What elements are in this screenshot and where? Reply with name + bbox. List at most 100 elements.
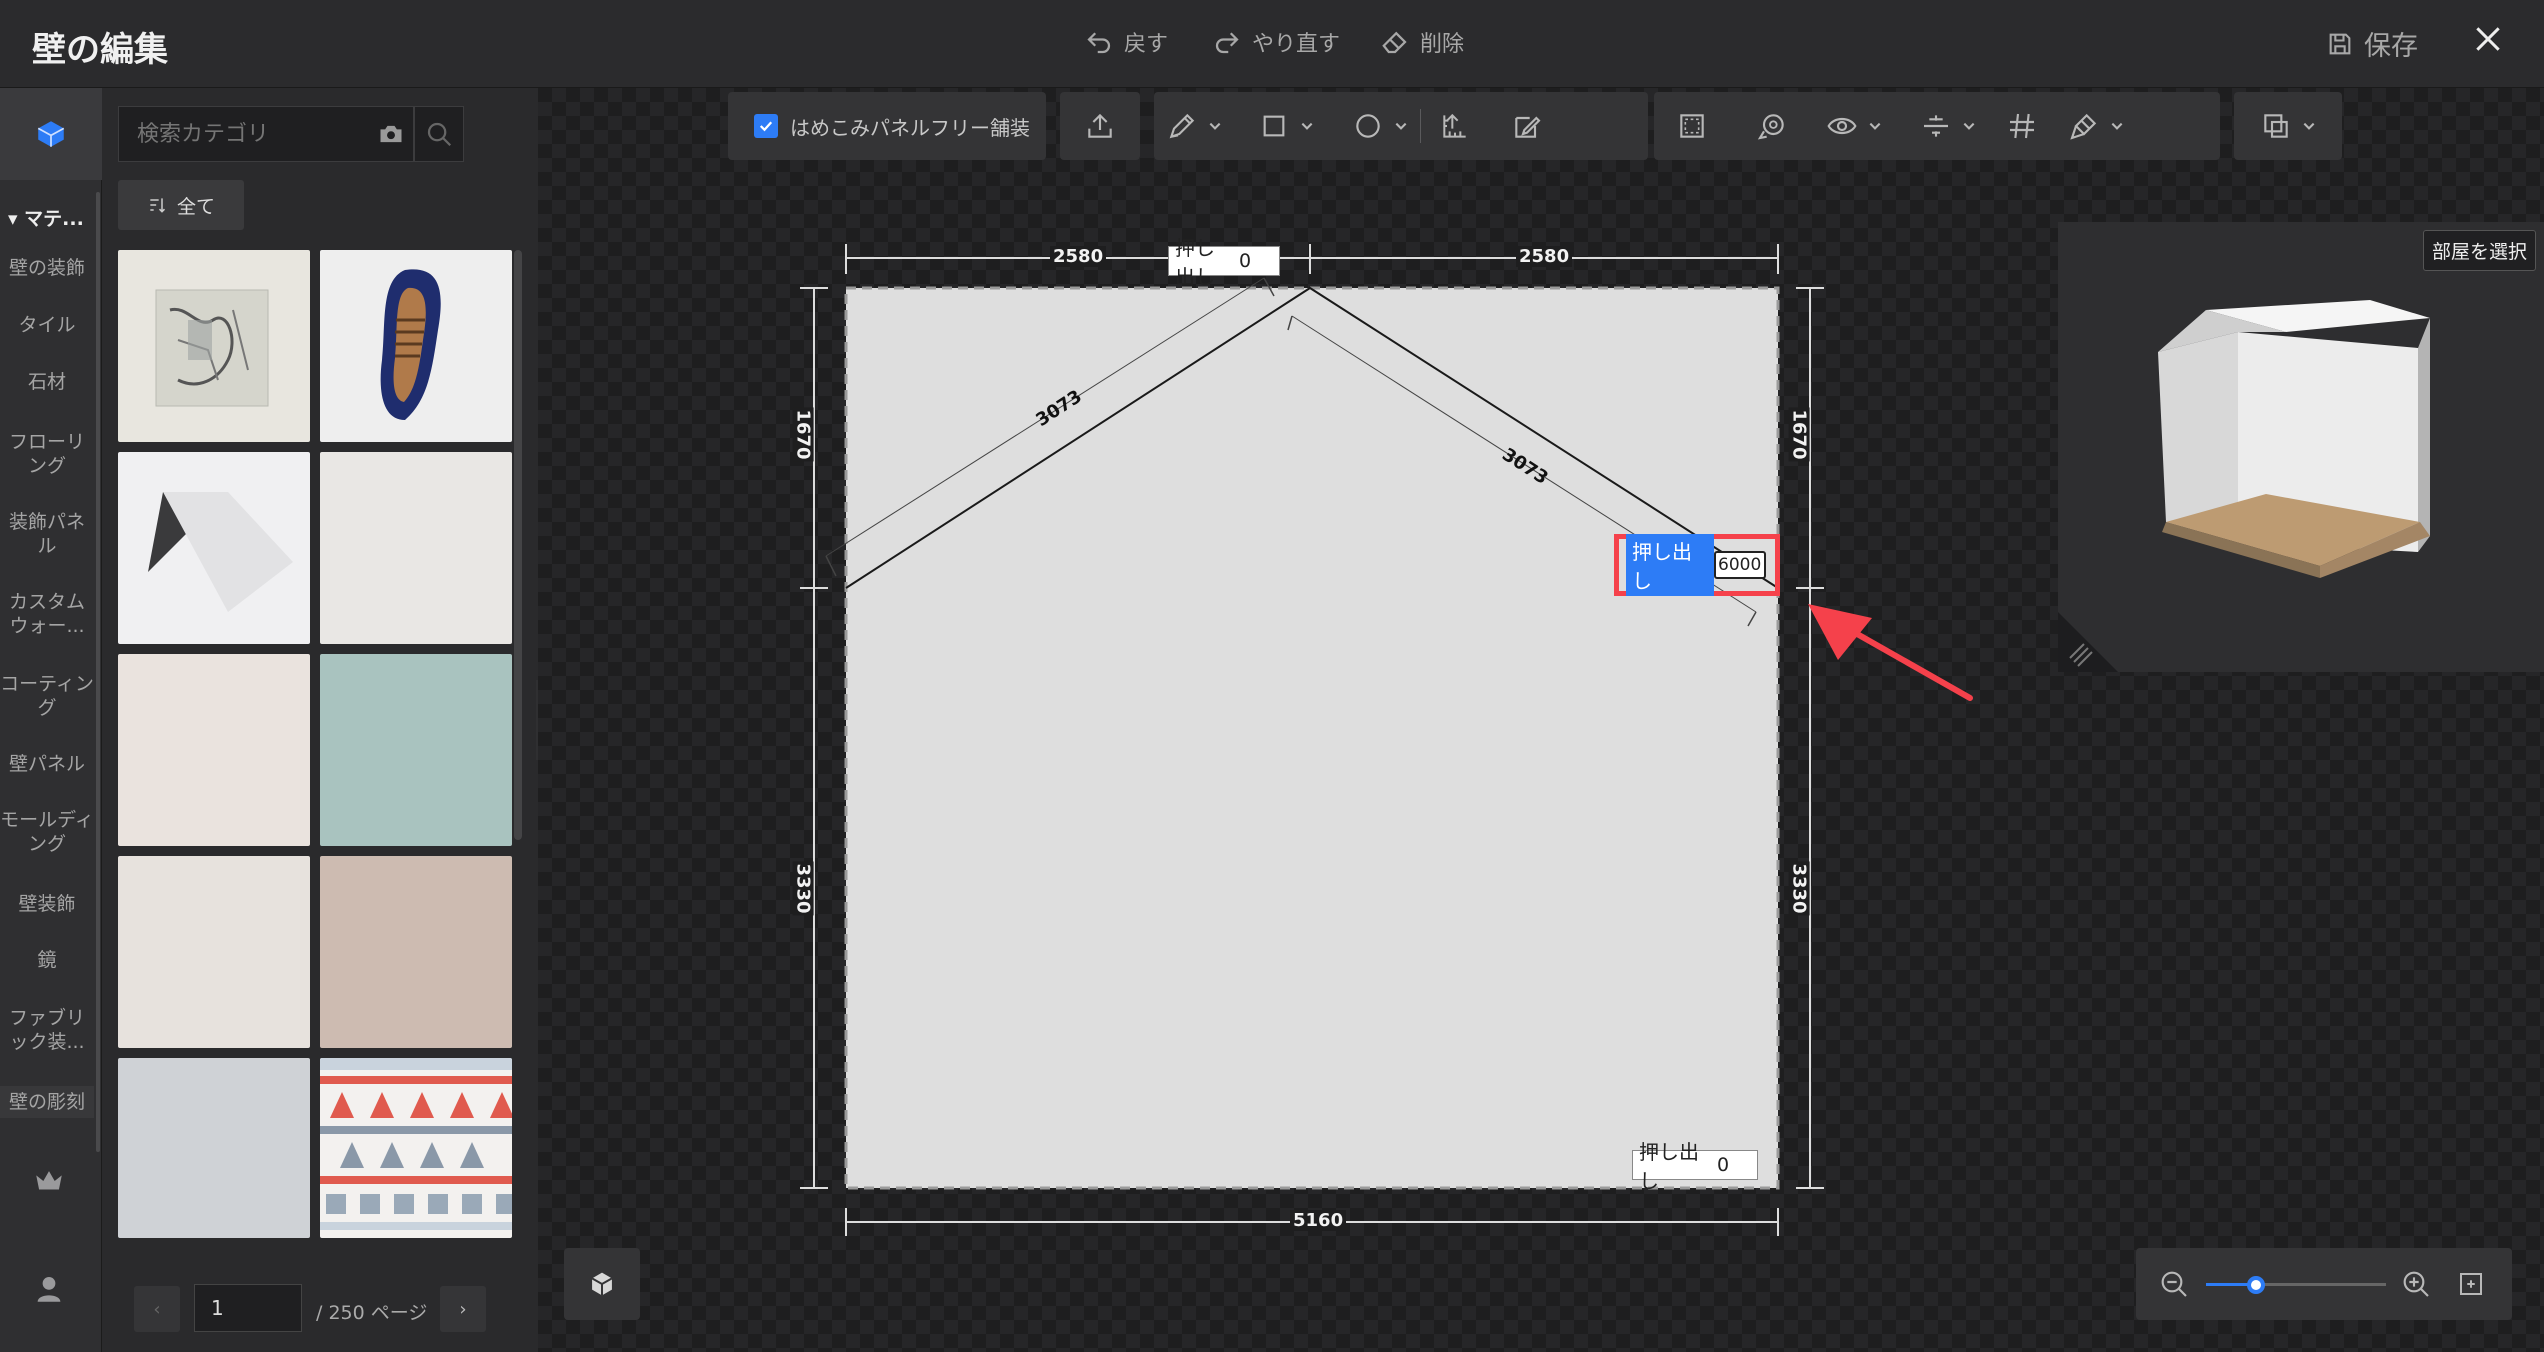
material-thumb[interactable]: [320, 856, 512, 1048]
rail-item-molding[interactable]: モールディング: [0, 808, 94, 856]
circle-tool-dropdown[interactable]: [1340, 92, 1420, 160]
rail-item-coating[interactable]: コーティング: [0, 672, 94, 720]
expand-corner-icon[interactable]: [2058, 612, 2118, 672]
dim-left-lower: 3330: [792, 861, 814, 916]
crown-icon: [36, 1171, 62, 1190]
delete-button[interactable]: 削除: [1380, 26, 1464, 58]
material-thumb[interactable]: [118, 1058, 310, 1238]
dim-right-lower: 3330: [1788, 861, 1810, 916]
rail-item-flooring[interactable]: フローリング: [0, 430, 94, 478]
dim-top-left: 2580: [1050, 246, 1107, 267]
prev-page-button[interactable]: ‹: [134, 1286, 180, 1332]
material-thumb[interactable]: [320, 1058, 512, 1238]
rail-item-wall-carving[interactable]: 壁の彫刻: [0, 1086, 94, 1118]
filter-label: 全て: [176, 195, 215, 218]
extrude-wall-field[interactable]: 押し出し: [1632, 1140, 1758, 1193]
panel-scrollbar[interactable]: [514, 250, 522, 840]
rectangle-icon: [1263, 115, 1285, 137]
rail-section-header[interactable]: ▾ マテ...: [8, 204, 84, 231]
camera-icon[interactable]: [377, 120, 405, 148]
chevron-down-icon: [1209, 122, 1221, 130]
lasso-icon: [1757, 114, 1784, 140]
edit-region-button[interactable]: [1499, 92, 1555, 160]
copy-group: [2234, 92, 2342, 160]
lasso-button[interactable]: [1744, 92, 1800, 160]
dim-top-right: 2580: [1516, 246, 1573, 267]
pen-tool-dropdown[interactable]: [1154, 92, 1234, 160]
rail-item-wall-ornament[interactable]: 壁装飾: [0, 892, 94, 916]
zoom-slider[interactable]: [2206, 1276, 2386, 1294]
search-button[interactable]: [414, 106, 464, 162]
dim-bottom: 5160: [1290, 1210, 1347, 1231]
visibility-dropdown[interactable]: [1814, 92, 1894, 160]
seamless-toggle[interactable]: はめこみパネルフリー舗装: [728, 92, 1046, 160]
delete-label: 削除: [1420, 32, 1465, 57]
edit-box-icon: [1515, 116, 1541, 138]
brush-icon: [2070, 113, 2097, 140]
wall-surface: [846, 288, 1778, 1188]
zoom-out-icon[interactable]: [2158, 1268, 2190, 1300]
rail-scrollbar[interactable]: [96, 192, 100, 1152]
room-preview[interactable]: 部屋を選択: [2058, 222, 2544, 672]
save-button[interactable]: 保存: [2326, 24, 2418, 63]
rail-item-stone[interactable]: 石材: [0, 370, 94, 394]
zoom-in-icon[interactable]: [2400, 1268, 2432, 1300]
rail-item-wall-panel[interactable]: 壁パネル: [0, 752, 94, 776]
material-thumb[interactable]: [118, 250, 310, 442]
pen-icon: [1169, 113, 1195, 139]
export-button[interactable]: [1072, 92, 1128, 160]
rail-item-tile[interactable]: タイル: [0, 313, 94, 337]
rail-item-mirror[interactable]: 鏡: [0, 948, 94, 972]
copy-dropdown[interactable]: [2248, 92, 2328, 160]
redo-button[interactable]: やり直す: [1212, 26, 1340, 58]
zoom-control: [2136, 1248, 2512, 1320]
rectangle-tool-dropdown[interactable]: [1246, 92, 1326, 160]
material-thumb[interactable]: [320, 654, 512, 846]
select-frame-icon: [1680, 114, 1704, 138]
extrude-label: 押し出し: [1175, 236, 1215, 289]
material-thumb[interactable]: [118, 452, 310, 644]
nordic-pattern-thumb: [320, 1058, 512, 1230]
select-area-button[interactable]: [1664, 92, 1720, 160]
zoom-slider-handle[interactable]: [2247, 1276, 2266, 1294]
rail-item-wall-decor[interactable]: 壁の装飾: [0, 256, 94, 280]
extrude-top-input[interactable]: [1239, 248, 1279, 274]
page-number-input[interactable]: [194, 1284, 302, 1332]
align-dropdown[interactable]: [1908, 92, 1988, 160]
measure-tool-button[interactable]: [1427, 92, 1483, 160]
material-thumb[interactable]: [320, 250, 512, 442]
checkmark-icon: [759, 121, 773, 132]
rail-item-deco-panel[interactable]: 装飾パネル: [0, 510, 94, 558]
seamless-checkbox[interactable]: [754, 114, 778, 138]
save-label: 保存: [2364, 31, 2418, 62]
search-input[interactable]: [119, 107, 359, 161]
search-icon: [427, 122, 452, 147]
chevron-down-icon: [1301, 122, 1313, 130]
rail-item-custom-wall[interactable]: カスタムウォー...: [0, 590, 94, 638]
account-button[interactable]: [32, 1272, 66, 1310]
filter-all-button[interactable]: 全て: [118, 180, 244, 230]
grid-button[interactable]: [1994, 92, 2050, 160]
material-thumb[interactable]: [118, 856, 310, 1048]
extrude-right-input[interactable]: [1714, 551, 1766, 579]
window-title: 壁の編集: [32, 30, 168, 70]
rail-item-fabric[interactable]: ファブリック装...: [0, 1006, 94, 1054]
geometric-panel-thumb: [148, 492, 293, 612]
material-thumb[interactable]: [118, 654, 310, 846]
abstract-art-thumb: [155, 289, 269, 407]
premium-button[interactable]: [32, 1164, 66, 1202]
fit-view-icon[interactable]: [2456, 1269, 2486, 1299]
toolbar-divider: [1420, 109, 1421, 143]
3d-view-button[interactable]: [564, 1248, 640, 1320]
undo-button[interactable]: 戻す: [1084, 26, 1168, 58]
wall-drawing[interactable]: 2580 2580 5160 1670 3330 1670 3330 3073 …: [780, 230, 1860, 1250]
next-page-button[interactable]: ›: [440, 1286, 486, 1332]
material-thumb[interactable]: [320, 452, 512, 644]
extrude-right-field[interactable]: 押し出し: [1626, 534, 1766, 596]
hash-grid-icon: [2010, 113, 2034, 139]
extrude-wall-input[interactable]: [1717, 1152, 1757, 1178]
paint-dropdown[interactable]: [2056, 92, 2136, 160]
close-button[interactable]: [2472, 22, 2504, 62]
extrude-top-field[interactable]: 押し出し: [1168, 236, 1280, 289]
material-tab[interactable]: [0, 88, 102, 180]
